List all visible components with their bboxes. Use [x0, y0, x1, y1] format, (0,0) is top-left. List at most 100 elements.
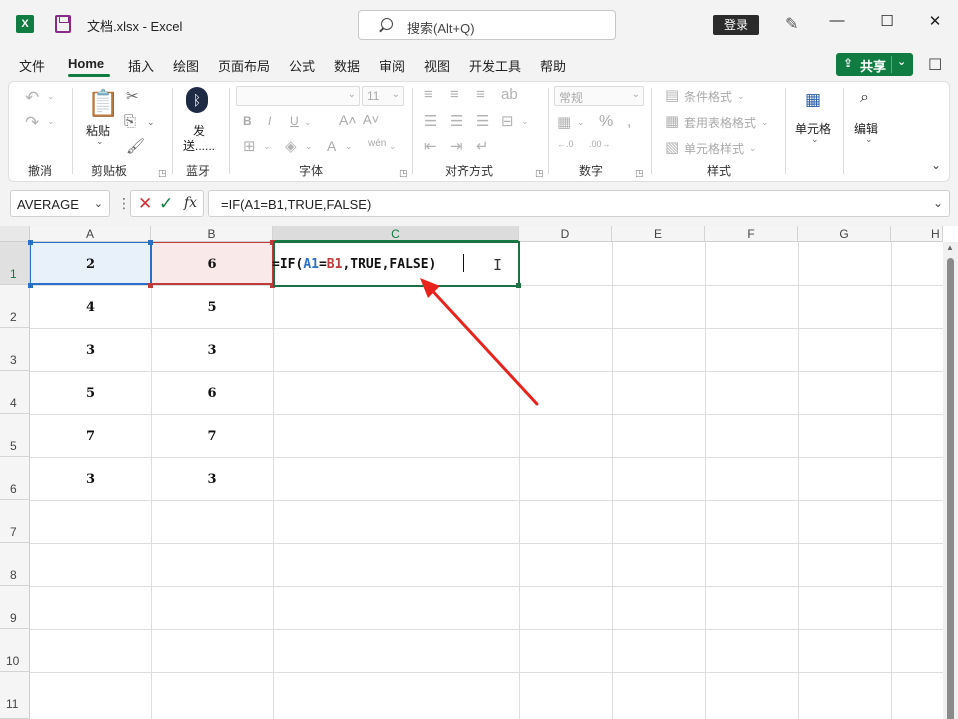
copy-icon[interactable]: ⎘ — [124, 113, 136, 130]
decrease-decimal-icon[interactable]: .00→ — [589, 139, 611, 149]
cancel-icon[interactable]: ✕ — [138, 194, 152, 214]
clipboard-launcher-icon[interactable]: ◳ — [158, 168, 167, 179]
font-launcher-icon[interactable]: ◳ — [399, 168, 408, 179]
align-right-icon[interactable]: ☰ — [476, 112, 489, 130]
cells-icon[interactable]: ▦ — [805, 90, 821, 110]
reference-handle[interactable] — [148, 283, 153, 288]
font-color-icon[interactable]: A — [327, 138, 336, 154]
align-center-icon[interactable]: ☰ — [450, 112, 463, 130]
table-format-label[interactable]: 套用表格格式 — [684, 114, 756, 131]
wrap-text-icon[interactable]: ↵ — [476, 137, 489, 155]
underline-dropdown-icon[interactable]: ⌄ — [304, 117, 312, 128]
align-middle-icon[interactable]: ≡ — [450, 86, 459, 103]
conditional-format-dropdown-icon[interactable]: ⌄ — [737, 91, 745, 102]
orientation-icon[interactable]: ab — [501, 86, 518, 103]
cell-b4[interactable]: 6 — [151, 386, 273, 401]
formula-input[interactable]: =IF(A1=B1,TRUE,FALSE) ⌄ — [208, 190, 950, 217]
number-format-dropdown[interactable]: 常规 ⌄ — [554, 86, 644, 106]
conditional-format-icon[interactable]: ▤ — [665, 86, 679, 104]
tab-review[interactable]: 审阅 — [379, 56, 405, 75]
cell-a1[interactable]: 2 — [30, 257, 151, 272]
ribbon-collapse-icon[interactable]: ⌄ — [931, 158, 941, 172]
search-box[interactable]: 搜索(Alt+Q) — [358, 10, 616, 40]
edit-dropdown-icon[interactable]: ⌄ — [865, 134, 873, 145]
bold-button[interactable]: B — [243, 114, 252, 128]
scrollbar-thumb[interactable] — [947, 258, 954, 719]
phonetic-icon[interactable]: wén — [368, 138, 386, 149]
row-header-5[interactable]: 5 — [0, 414, 30, 457]
undo-dropdown-icon[interactable]: ⌄ — [47, 91, 55, 102]
table-format-dropdown-icon[interactable]: ⌄ — [761, 117, 769, 128]
increase-font-icon[interactable]: A˄ — [339, 112, 357, 128]
maximize-button[interactable]: ☐ — [872, 12, 902, 30]
phonetic-dropdown-icon[interactable]: ⌄ — [389, 141, 397, 152]
cell-b3[interactable]: 3 — [151, 343, 273, 358]
row-header-9[interactable]: 9 — [0, 586, 30, 629]
row-header-11[interactable]: 11 — [0, 672, 30, 719]
borders-icon[interactable]: ⊞ — [243, 137, 256, 155]
cell-b1[interactable]: 6 — [151, 257, 273, 272]
col-header-g[interactable]: G — [798, 226, 891, 242]
percent-icon[interactable]: % — [599, 113, 613, 131]
tab-view[interactable]: 视图 — [424, 56, 450, 75]
underline-button[interactable]: U — [290, 114, 299, 128]
cell-b6[interactable]: 3 — [151, 472, 273, 487]
align-left-icon[interactable]: ☰ — [424, 112, 437, 130]
expand-formula-icon[interactable]: ⌄ — [933, 196, 943, 210]
tab-data[interactable]: 数据 — [334, 56, 360, 75]
row-header-2[interactable]: 2 — [0, 285, 30, 328]
alignment-launcher-icon[interactable]: ◳ — [535, 168, 544, 179]
cut-icon[interactable]: ✂ — [126, 87, 139, 105]
copy-dropdown-icon[interactable]: ⌄ — [147, 117, 155, 128]
insert-function-icon[interactable]: fx — [184, 195, 197, 211]
scroll-up-icon[interactable]: ▲ — [946, 243, 954, 252]
paste-icon[interactable]: 📋 — [87, 88, 119, 119]
tab-page-layout[interactable]: 页面布局 — [218, 56, 270, 75]
row-header-4[interactable]: 4 — [0, 371, 30, 414]
tab-formulas[interactable]: 公式 — [289, 56, 315, 75]
row-header-6[interactable]: 6 — [0, 457, 30, 500]
font-size-dropdown[interactable]: 11 ⌄ — [362, 86, 404, 106]
chevron-down-icon[interactable]: ⌄ — [94, 197, 103, 210]
cell-a4[interactable]: 5 — [30, 386, 151, 401]
col-header-e[interactable]: E — [612, 226, 705, 242]
row-header-1[interactable]: 1 — [0, 242, 30, 285]
row-header-7[interactable]: 7 — [0, 500, 30, 543]
select-all-button[interactable] — [0, 226, 30, 242]
pen-icon[interactable]: ✎ — [785, 14, 798, 34]
col-header-c[interactable]: C — [273, 226, 519, 242]
cell-b2[interactable]: 5 — [151, 300, 273, 315]
borders-dropdown-icon[interactable]: ⌄ — [263, 141, 271, 152]
accounting-format-icon[interactable]: ▦ — [557, 113, 571, 131]
redo-dropdown-icon[interactable]: ⌄ — [47, 116, 55, 127]
cells-dropdown-icon[interactable]: ⌄ — [811, 134, 819, 145]
tab-file[interactable]: 文件 — [19, 56, 45, 75]
fill-color-icon[interactable]: ◈ — [285, 137, 297, 155]
more-options-icon[interactable]: ⋮ — [117, 195, 131, 212]
cell-style-label[interactable]: 单元格样式 — [684, 140, 744, 157]
cell-style-icon[interactable]: ▧ — [665, 138, 679, 156]
col-header-h[interactable]: H — [891, 226, 943, 242]
undo-icon[interactable]: ↶ — [25, 88, 39, 108]
minimize-button[interactable]: — — [822, 12, 852, 29]
comment-icon[interactable]: ☐ — [928, 55, 942, 75]
col-header-a[interactable]: A — [30, 226, 151, 242]
save-icon[interactable] — [55, 15, 71, 33]
italic-button[interactable]: I — [268, 114, 271, 128]
merge-center-icon[interactable]: ⊟ — [501, 112, 514, 130]
enter-icon[interactable]: ✓ — [159, 194, 173, 214]
decrease-indent-icon[interactable]: ⇤ — [424, 137, 437, 155]
share-button[interactable]: ⇪ 共享 ⌄ — [836, 53, 913, 76]
login-button[interactable]: 登录 — [713, 15, 759, 35]
increase-indent-icon[interactable]: ⇥ — [450, 137, 463, 155]
redo-icon[interactable]: ↷ — [25, 113, 39, 133]
col-header-f[interactable]: F — [705, 226, 798, 242]
table-format-icon[interactable]: ▦ — [665, 112, 679, 130]
reference-handle[interactable] — [148, 240, 153, 245]
number-launcher-icon[interactable]: ◳ — [635, 168, 644, 179]
align-top-icon[interactable]: ≡ — [424, 86, 433, 103]
find-icon[interactable]: ⌕ — [860, 89, 869, 107]
bluetooth-icon[interactable]: ᛒ — [186, 87, 208, 113]
row-header-8[interactable]: 8 — [0, 543, 30, 586]
paste-dropdown-icon[interactable]: ⌄ — [96, 136, 104, 147]
